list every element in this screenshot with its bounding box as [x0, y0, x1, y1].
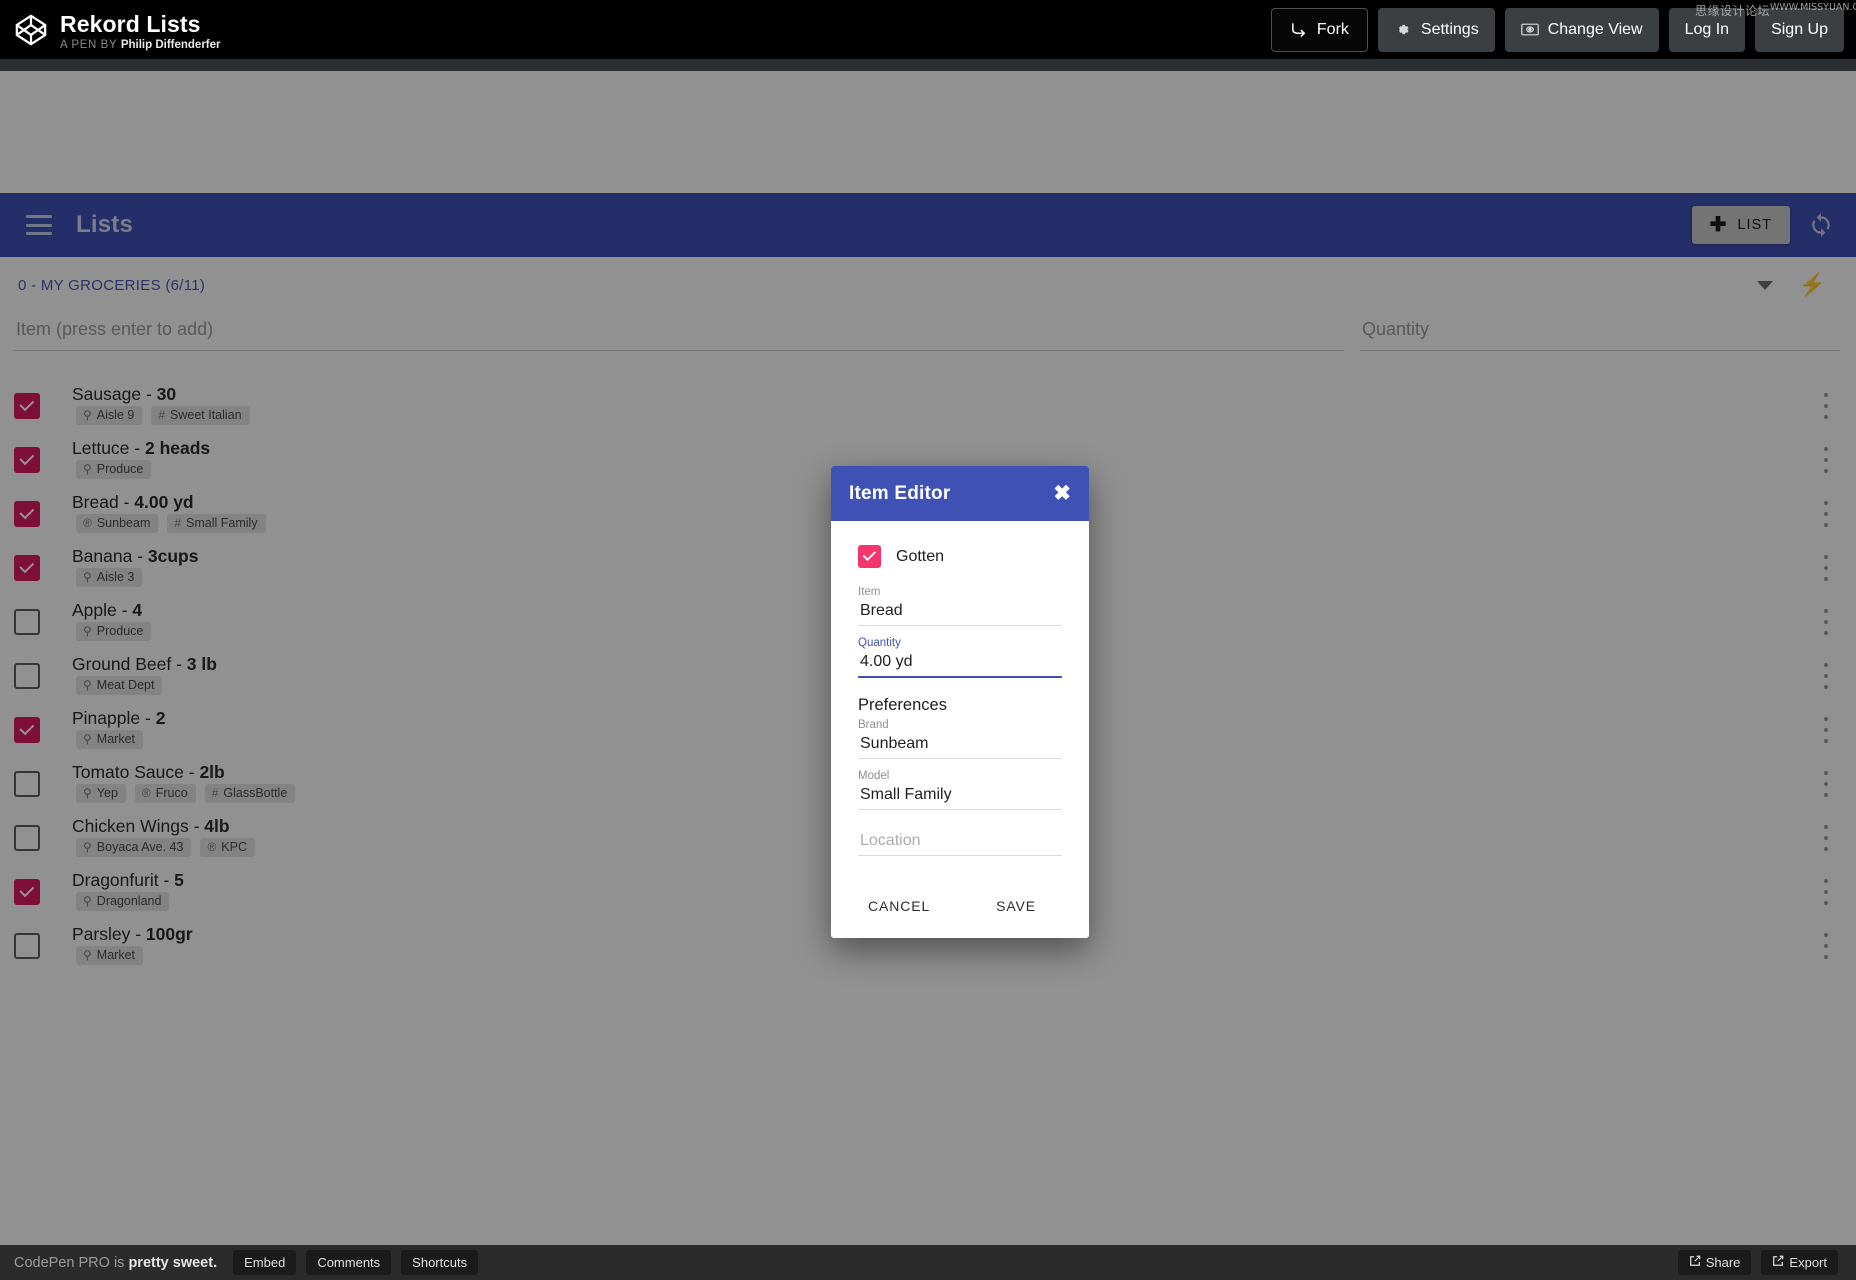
dialog-item-field: Item [858, 585, 1062, 626]
gotten-label: Gotten [896, 548, 944, 566]
watermark-url: WWW.MISSYUAN.COM [1770, 2, 1856, 13]
dialog-location-field [858, 830, 1062, 856]
footer-buttons: Embed Comments Shortcuts [233, 1250, 478, 1275]
pen-byline: A PEN BY Philip Diffenderfer [60, 37, 221, 53]
save-button[interactable]: SAVE [992, 892, 1040, 920]
gear-icon [1394, 21, 1412, 39]
pen-identity: Rekord Lists A PEN BY Philip Diffenderfe… [0, 7, 221, 53]
export-label: Export [1789, 1255, 1827, 1270]
codepen-header: Rekord Lists A PEN BY Philip Diffenderfe… [0, 0, 1856, 59]
codepen-footer: CodePen PRO is pretty sweet. Embed Comme… [0, 1245, 1856, 1280]
watermark-chinese: 思缘设计论坛 [1695, 2, 1770, 19]
promo-bold: pretty sweet. [128, 1255, 217, 1271]
pro-promo-text: CodePen PRO is pretty sweet. [14, 1255, 217, 1271]
change-view-button[interactable]: Change View [1505, 8, 1659, 52]
change-view-label: Change View [1548, 21, 1643, 39]
export-button[interactable]: Export [1761, 1250, 1838, 1275]
dialog-location-input[interactable] [858, 830, 1062, 856]
share-label: Share [1706, 1255, 1741, 1270]
dialog-body: Gotten Item Quantity Preferences Brand M… [831, 521, 1089, 870]
pen-author: Philip Diffenderfer [121, 39, 221, 51]
dialog-quantity-input[interactable] [858, 651, 1062, 678]
dialog-brand-input[interactable] [858, 733, 1062, 759]
dialog-model-input[interactable] [858, 784, 1062, 810]
dialog-model-label: Model [858, 769, 1062, 784]
pen-title: Rekord Lists [60, 11, 221, 37]
byline-prefix: A PEN BY [60, 39, 117, 51]
dialog-item-label: Item [858, 585, 1062, 600]
shortcuts-button[interactable]: Shortcuts [401, 1250, 478, 1275]
fork-icon [1290, 21, 1308, 39]
fork-button[interactable]: Fork [1271, 8, 1368, 52]
gotten-checkbox[interactable] [858, 545, 881, 568]
dialog-header: Item Editor ✖ [831, 466, 1089, 521]
external-link-icon [1689, 1255, 1701, 1270]
preferences-heading: Preferences [858, 696, 1062, 715]
item-editor-dialog: Item Editor ✖ Gotten Item Quantity Prefe… [831, 466, 1089, 938]
dialog-item-input[interactable] [858, 600, 1062, 626]
view-icon [1521, 21, 1539, 39]
comments-button[interactable]: Comments [306, 1250, 391, 1275]
dialog-quantity-label: Quantity [858, 636, 1062, 651]
dialog-title: Item Editor [849, 483, 950, 505]
dialog-brand-label: Brand [858, 718, 1062, 733]
settings-button[interactable]: Settings [1378, 8, 1495, 52]
codepen-editor-strip [0, 59, 1856, 71]
share-button[interactable]: Share [1678, 1250, 1752, 1275]
pen-preview-viewport: Lists ✚ LIST 0 - MY GROCERIES (6/11) ⚡ [0, 71, 1856, 1245]
codepen-logo-icon [14, 13, 48, 47]
dialog-model-field: Model [858, 769, 1062, 810]
dialog-brand-field: Brand [858, 718, 1062, 759]
settings-label: Settings [1421, 21, 1479, 39]
close-icon[interactable]: ✖ [1053, 483, 1071, 504]
footer-right-buttons: Share Export [1678, 1250, 1842, 1275]
cancel-button[interactable]: CANCEL [864, 892, 934, 920]
embed-button[interactable]: Embed [233, 1250, 296, 1275]
external-link-icon [1772, 1255, 1784, 1270]
fork-label: Fork [1317, 21, 1349, 39]
dialog-footer: CANCEL SAVE [831, 870, 1089, 938]
dialog-quantity-field: Quantity [858, 636, 1062, 678]
promo-gray: CodePen PRO is [14, 1255, 128, 1271]
gotten-checkbox-row: Gotten [858, 545, 1062, 568]
